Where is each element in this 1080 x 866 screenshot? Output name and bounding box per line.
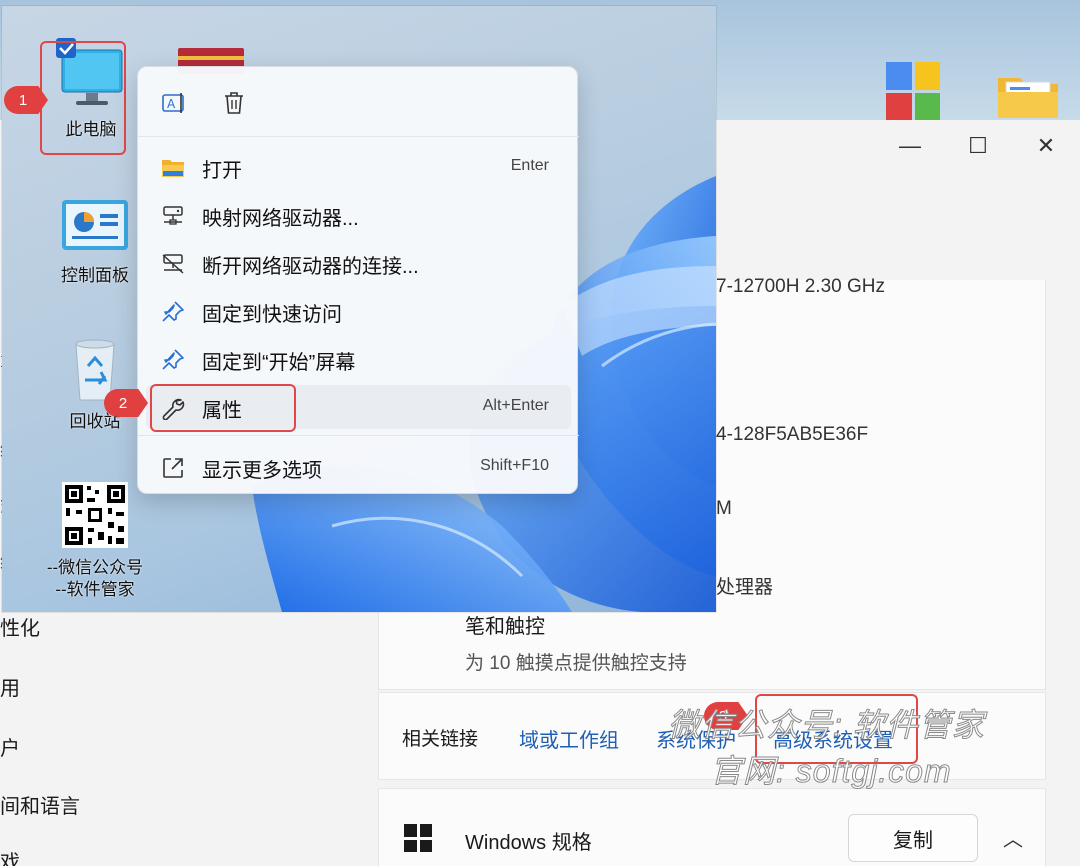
copy-button[interactable]: 复制 bbox=[848, 814, 978, 862]
app-colorful-icon[interactable] bbox=[886, 62, 940, 120]
context-menu-quick-actions: A bbox=[138, 67, 579, 137]
menu-separator bbox=[138, 435, 579, 436]
watermark-line-2: 官网: softgj.com bbox=[710, 753, 952, 790]
menu-item-label: 固定到快速访问 bbox=[202, 304, 342, 326]
menu-item-label: 打开 bbox=[202, 160, 242, 182]
pin-start-icon bbox=[160, 347, 186, 373]
menu-item-show-more-options[interactable]: 显示更多选项 Shift+F10 bbox=[146, 445, 571, 489]
ram-value: M bbox=[716, 498, 732, 519]
folder-icon bbox=[160, 155, 186, 181]
pen-touch-title: 笔和触控 bbox=[465, 616, 545, 638]
menu-item-shortcut: Enter bbox=[510, 157, 549, 174]
rename-icon[interactable]: A bbox=[160, 89, 188, 117]
nav-item-gaming[interactable]: 戏 bbox=[0, 846, 20, 866]
menu-item-shortcut: Alt+Enter bbox=[482, 397, 549, 414]
maximize-button[interactable]: ☐ bbox=[944, 124, 1012, 168]
menu-item-label: 映射网络驱动器... bbox=[202, 208, 359, 230]
menu-item-shortcut: Shift+F10 bbox=[480, 457, 549, 474]
menu-item-label: 断开网络驱动器的连接... bbox=[202, 256, 419, 278]
disconnect-drive-icon bbox=[160, 251, 186, 277]
this-pc-highlight bbox=[40, 41, 126, 155]
more-options-icon bbox=[160, 455, 186, 481]
menu-item-open[interactable]: 打开 Enter bbox=[146, 145, 571, 189]
pin-icon bbox=[160, 299, 186, 325]
folder-icon[interactable] bbox=[996, 70, 1060, 120]
wechat-qr-label: --微信公众号 --软件管家 bbox=[46, 558, 144, 599]
chevron-up-icon[interactable]: ︿ bbox=[998, 820, 1028, 854]
properties-highlight bbox=[150, 384, 296, 432]
control-panel-desktop-icon[interactable]: 控制面板 bbox=[40, 196, 150, 287]
svg-text:A: A bbox=[167, 97, 176, 111]
network-drive-icon bbox=[160, 203, 186, 229]
menu-item-label: 固定到“开始”屏幕 bbox=[202, 352, 356, 374]
wechat-qr-desktop-icon[interactable]: --微信公众号 --软件管家 bbox=[40, 482, 150, 601]
nav-item-accounts[interactable]: 户 bbox=[0, 732, 20, 761]
domain-workgroup-link[interactable]: 域或工作组 bbox=[519, 724, 619, 753]
recycle-bin-desktop-icon[interactable]: 回收站 bbox=[40, 336, 150, 433]
control-panel-label: 控制面板 bbox=[61, 266, 129, 285]
pen-touch-value: 为 10 触摸点提供触控支持 bbox=[465, 653, 687, 674]
menu-item-disconnect-network-drive[interactable]: 断开网络驱动器的连接... bbox=[146, 241, 571, 285]
related-links-label: 相关链接 bbox=[402, 729, 479, 750]
menu-item-pin-quick-access[interactable]: 固定到快速访问 bbox=[146, 289, 571, 333]
menu-item-map-network-drive[interactable]: 映射网络驱动器... bbox=[146, 193, 571, 237]
window-controls: — ☐ ✕ bbox=[876, 124, 1080, 168]
menu-item-label: 显示更多选项 bbox=[202, 460, 322, 482]
system-type-value: 处理器 bbox=[716, 577, 774, 598]
watermark-line-1: 微信公众号: 软件管家 bbox=[668, 707, 985, 744]
minimize-button[interactable]: — bbox=[876, 124, 944, 168]
menu-item-pin-start[interactable]: 固定到“开始”屏幕 bbox=[146, 337, 571, 381]
windows-logo-icon bbox=[404, 824, 432, 852]
qr-code-icon bbox=[62, 482, 128, 548]
nav-item-personalization[interactable]: 性化 bbox=[0, 612, 40, 641]
delete-icon[interactable] bbox=[220, 89, 248, 117]
device-id-value: 4-128F5AB5E36F bbox=[716, 424, 869, 445]
nav-item-apps[interactable]: 用 bbox=[0, 672, 20, 701]
close-button[interactable]: ✕ bbox=[1012, 124, 1080, 168]
nav-item-time-language[interactable]: 间和语言 bbox=[0, 790, 80, 819]
windows-spec-title: Windows 规格 bbox=[465, 832, 592, 854]
control-panel-icon bbox=[62, 200, 128, 250]
processor-value: 7-12700H 2.30 GHz bbox=[716, 276, 885, 297]
